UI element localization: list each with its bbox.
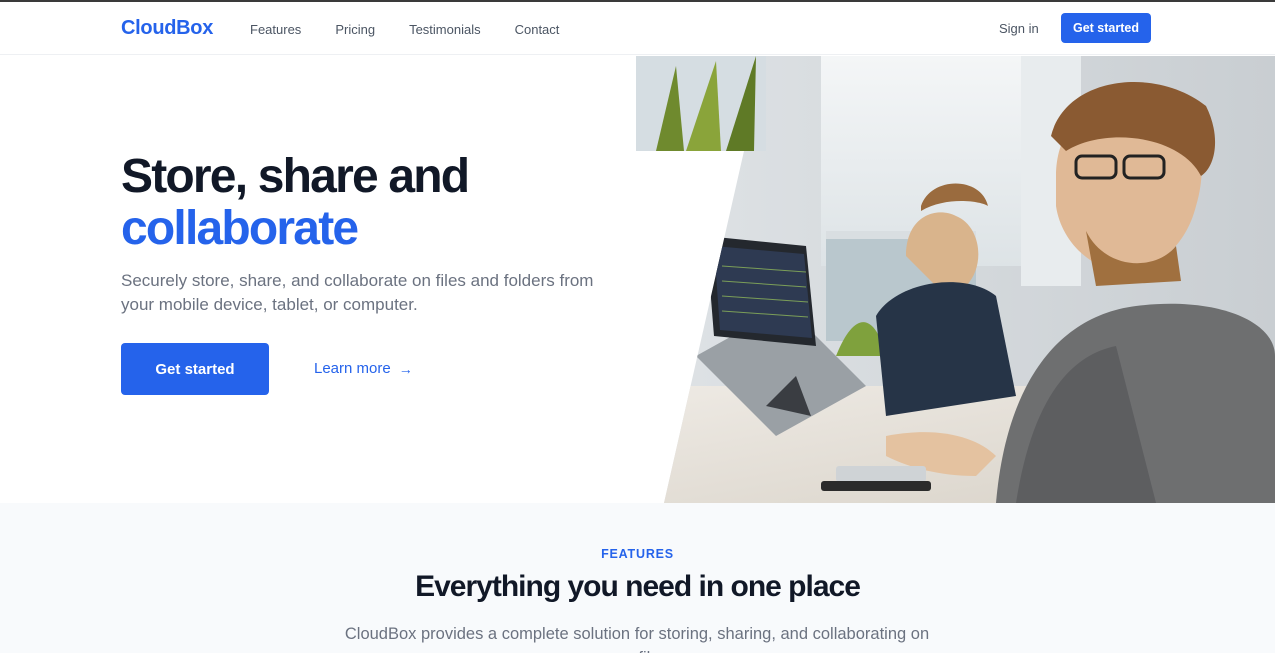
hero-title-accent: collaborate (121, 202, 359, 255)
features-title: Everything you need in one place (415, 570, 861, 603)
nav-get-started-button[interactable]: Get started (1061, 13, 1151, 43)
learn-more-label: Learn more (314, 360, 391, 377)
hero-subtitle: Securely store, share, and collaborate o… (121, 271, 594, 314)
features-section: FEATURES Everything you need in one plac… (0, 503, 1275, 653)
top-navbar: CloudBox Features Pricing Testimonials C… (0, 2, 1275, 55)
hero-title-line1: Store, share and (121, 150, 470, 203)
features-subtitle: CloudBox provides a complete solution fo… (344, 625, 930, 653)
arrow-right-icon: → (398, 360, 413, 377)
office-photo-illustration (636, 56, 1275, 503)
features-eyebrow: FEATURES (601, 547, 674, 561)
hero-photo (636, 56, 1275, 503)
learn-more-link[interactable]: Learn more → (314, 360, 413, 377)
sign-in-link[interactable]: Sign in (999, 21, 1039, 36)
hero-section: Store, share and collaborate Securely st… (0, 56, 1275, 503)
primary-nav: Features Pricing Testimonials Contact (250, 22, 593, 37)
nav-link-testimonials[interactable]: Testimonials (409, 22, 481, 37)
hero-get-started-button[interactable]: Get started (121, 343, 269, 395)
hero-title: Store, share and collaborate (121, 150, 470, 255)
brand-logo[interactable]: CloudBox (121, 17, 213, 40)
nav-link-contact[interactable]: Contact (515, 22, 560, 37)
nav-link-features[interactable]: Features (250, 22, 301, 37)
nav-link-pricing[interactable]: Pricing (335, 22, 375, 37)
